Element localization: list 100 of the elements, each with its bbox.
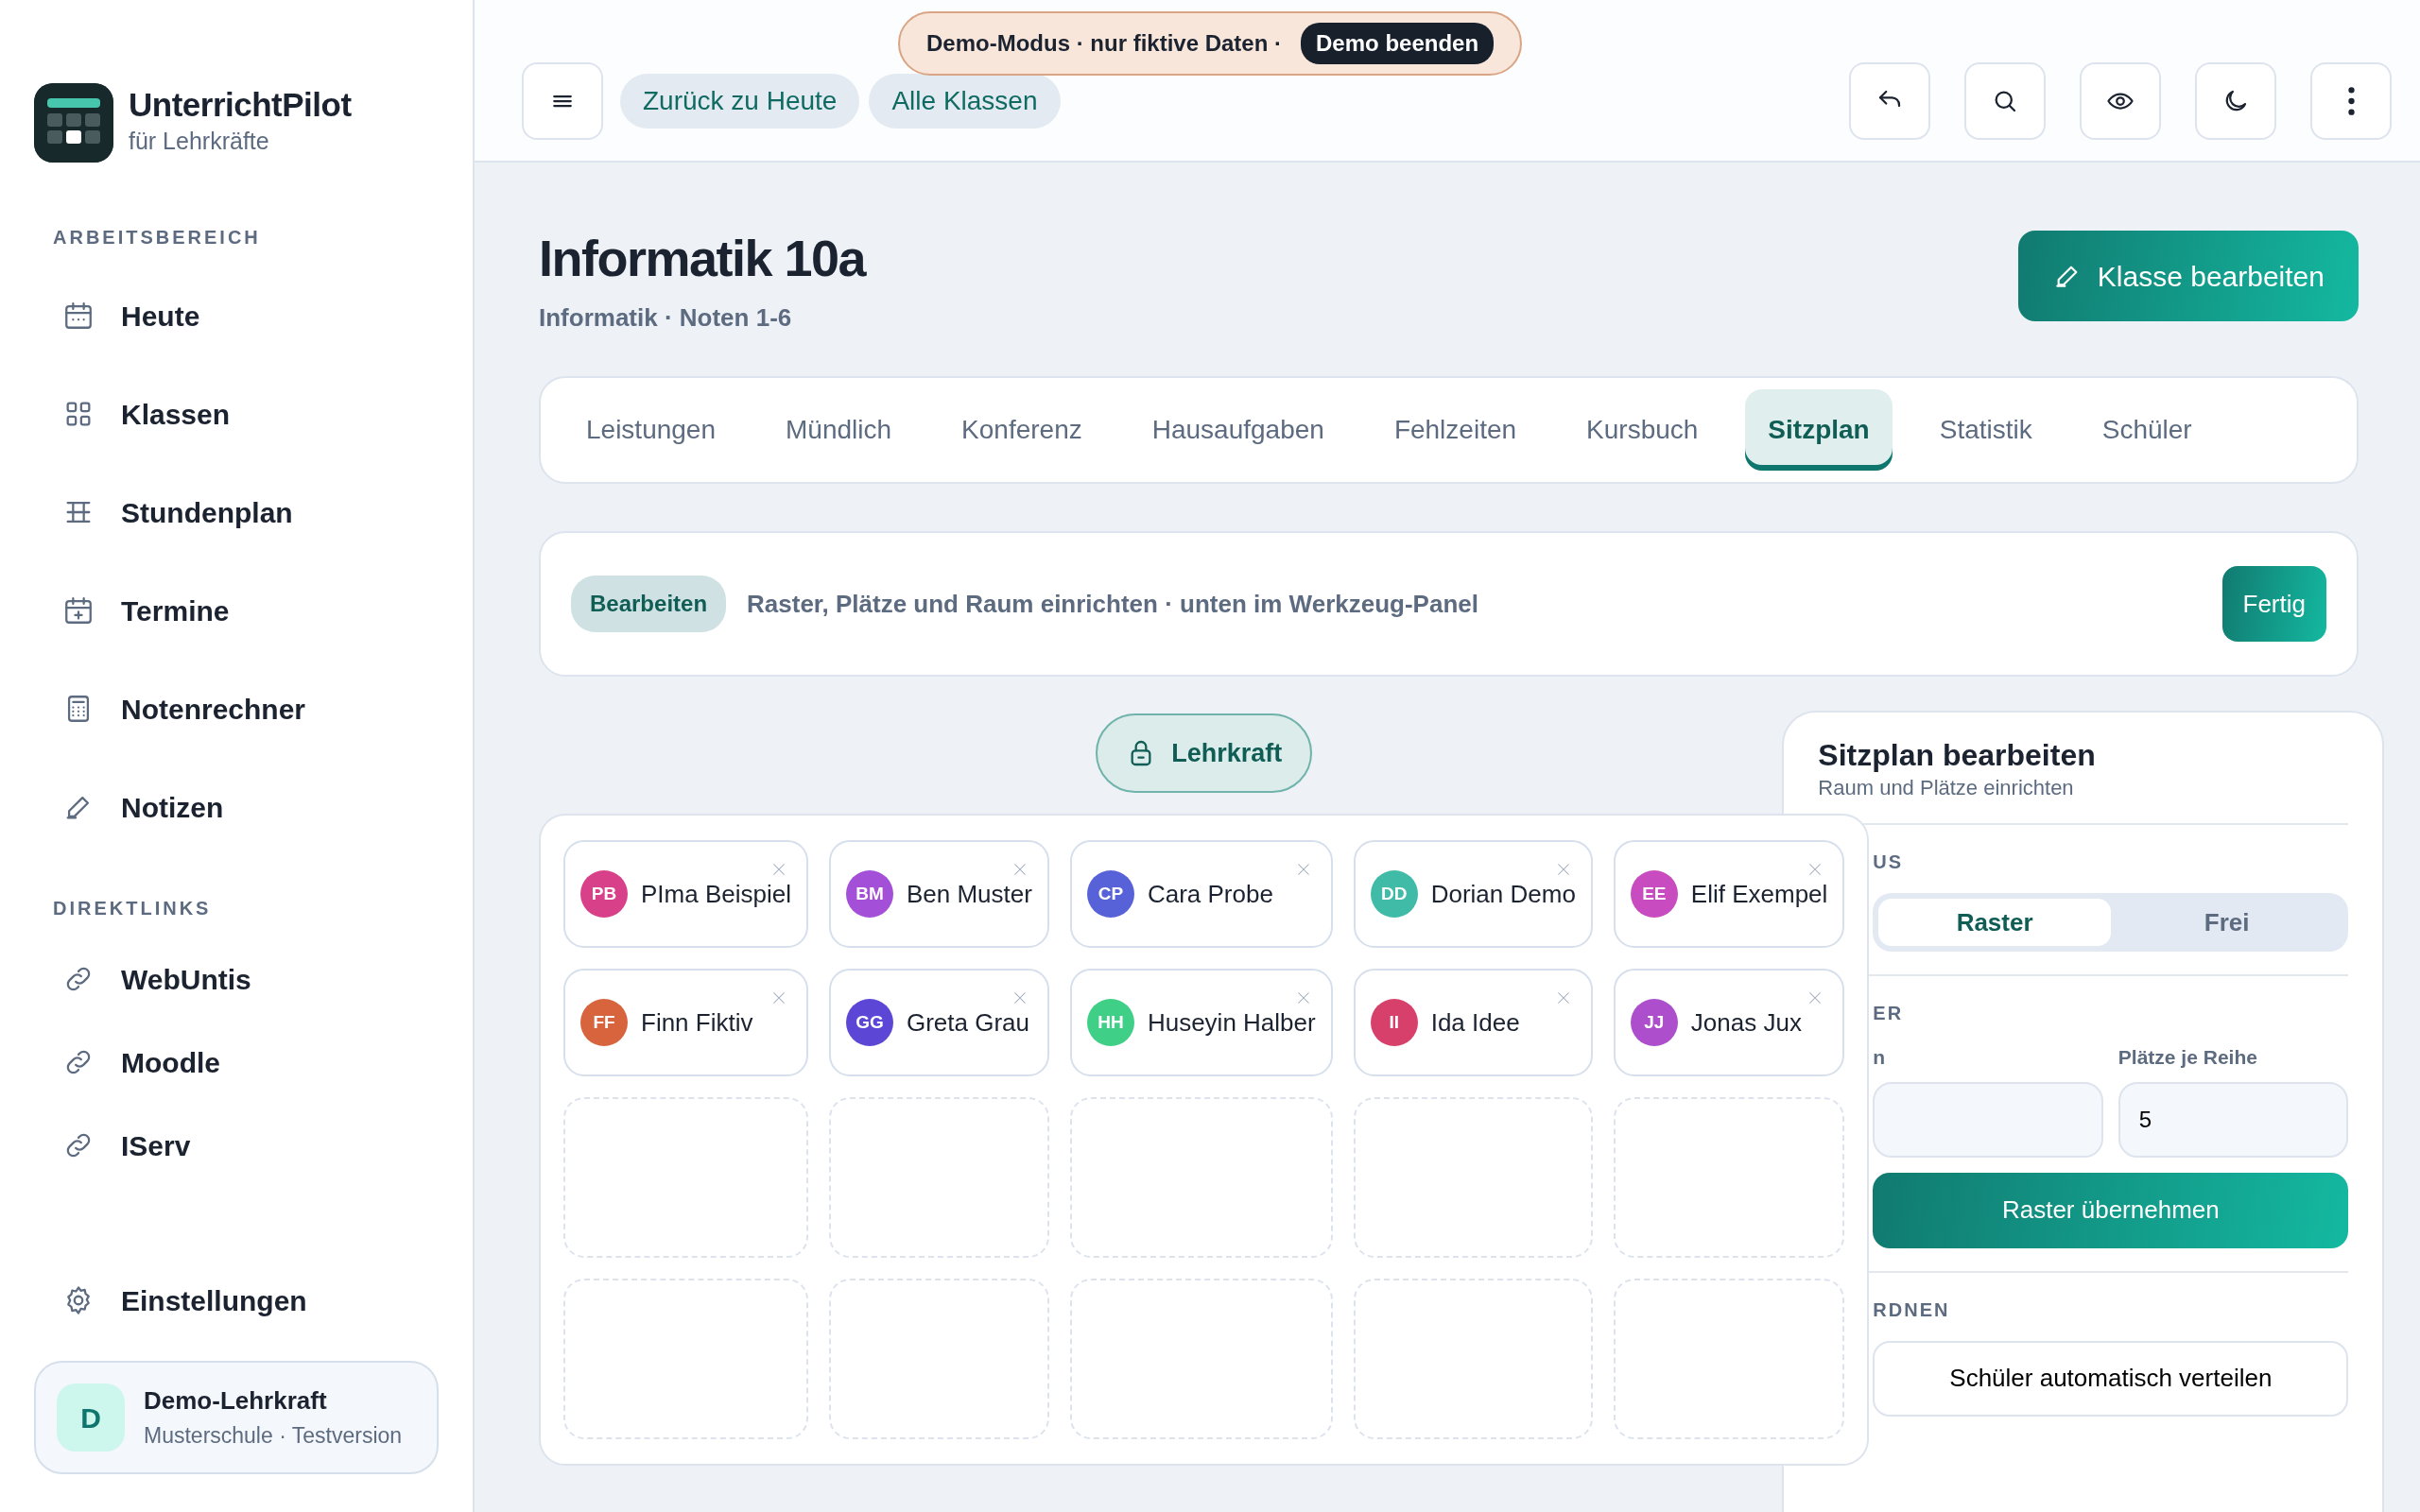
apply-grid-button[interactable]: Raster übernehmen bbox=[1873, 1172, 2349, 1248]
mode-option[interactable]: Frei bbox=[2110, 899, 2343, 947]
empty-seat[interactable] bbox=[828, 1097, 1049, 1259]
menu-button[interactable] bbox=[522, 62, 603, 140]
student-name: Finn Fiktiv bbox=[641, 1006, 753, 1039]
tab[interactable]: Leistungen bbox=[563, 389, 738, 472]
sidebar-item[interactable]: Notizen bbox=[34, 758, 439, 856]
sidebar-item[interactable]: Notenrechner bbox=[34, 660, 439, 758]
student-avatar: CP bbox=[1086, 870, 1134, 919]
student-seat[interactable]: HH Huseyin Halber bbox=[1069, 969, 1333, 1077]
empty-seat[interactable] bbox=[828, 1279, 1049, 1440]
nav-pill-button[interactable]: Zurück zu Heute bbox=[620, 74, 860, 129]
search-button[interactable] bbox=[1964, 62, 2046, 140]
student-name: Jonas Jux bbox=[1690, 1006, 1802, 1039]
app-title: UnterrichtPilot bbox=[129, 87, 352, 124]
student-seat[interactable]: EE Elif Exempel bbox=[1613, 840, 1845, 949]
field-label: n bbox=[1873, 1045, 1887, 1071]
tab[interactable]: Kursbuch bbox=[1564, 389, 1721, 472]
section-label: US bbox=[1872, 850, 1905, 875]
student-avatar: BM bbox=[845, 870, 893, 919]
student-name: Huseyin Halber bbox=[1147, 1006, 1316, 1039]
student-seat[interactable]: DD Dorian Demo bbox=[1353, 840, 1593, 949]
theme-button[interactable] bbox=[2195, 62, 2276, 140]
tab[interactable]: Fehlzeiten bbox=[1371, 389, 1540, 472]
settings-item[interactable]: Einstellungen bbox=[34, 1251, 439, 1349]
empty-seat[interactable] bbox=[1353, 1097, 1593, 1259]
student-seat[interactable]: BM Ben Muster bbox=[828, 840, 1049, 949]
student-avatar: PB bbox=[580, 870, 628, 919]
tab[interactable]: Hausaufgaben bbox=[1129, 389, 1347, 472]
empty-seat[interactable] bbox=[1069, 1097, 1333, 1259]
student-avatar: FF bbox=[580, 999, 628, 1047]
auto-assign-button[interactable]: Schüler automatisch verteilen bbox=[1873, 1340, 2349, 1417]
tab[interactable]: Schüler bbox=[2079, 389, 2215, 472]
empty-seat[interactable] bbox=[563, 1279, 808, 1440]
tab[interactable]: Sitzplan bbox=[1745, 389, 1893, 472]
student-name: Dorian Demo bbox=[1430, 878, 1576, 910]
avatar: D bbox=[57, 1383, 125, 1452]
empty-seat[interactable] bbox=[1613, 1097, 1845, 1259]
nav-pill-button[interactable]: Alle Klassen bbox=[869, 74, 1061, 129]
student-name: Greta Grau bbox=[906, 1006, 1030, 1039]
sidebar-link[interactable]: IServ bbox=[34, 1104, 439, 1187]
done-button[interactable]: Fertig bbox=[2221, 566, 2326, 643]
empty-seat[interactable] bbox=[1613, 1279, 1845, 1440]
section-label: ER bbox=[1872, 1002, 1905, 1026]
profile-card[interactable]: D Demo-Lehrkraft Musterschule · Testversion bbox=[34, 1361, 439, 1474]
banner-text: Raster, Plätze und Raum einrichten · unten im Werkzeug-Panel bbox=[747, 588, 1478, 620]
student-seat[interactable]: GG Greta Grau bbox=[828, 969, 1049, 1077]
student-avatar: JJ bbox=[1630, 999, 1678, 1047]
preview-button[interactable] bbox=[2080, 62, 2161, 140]
profile-detail: Musterschule · Testversion bbox=[144, 1422, 403, 1451]
profile-name: Demo-Lehrkraft bbox=[144, 1385, 328, 1418]
student-avatar: HH bbox=[1086, 999, 1134, 1047]
student-seat[interactable]: JJ Jonas Jux bbox=[1613, 969, 1845, 1077]
panel-title: Sitzplan bearbeiten bbox=[1818, 737, 2097, 774]
sidebar-item[interactable]: Heute bbox=[34, 266, 439, 365]
student-name: Ben Muster bbox=[906, 878, 1032, 910]
student-seat[interactable]: CP Cara Probe bbox=[1069, 840, 1333, 949]
empty-seat[interactable] bbox=[1353, 1279, 1593, 1440]
section-label: RDNEN bbox=[1872, 1297, 1951, 1322]
app-subtitle: für Lehrkräfte bbox=[129, 126, 270, 156]
input-field[interactable]: 5 bbox=[2118, 1081, 2349, 1158]
student-name: PIma Beispiel bbox=[641, 878, 791, 910]
edit-class-button[interactable]: Klasse bearbeiten bbox=[2017, 231, 2359, 321]
sidebar-link[interactable]: WebUntis bbox=[34, 937, 439, 1021]
demo-text: Demo-Modus · nur fiktive Daten · bbox=[926, 29, 1283, 58]
mode-badge: Bearbeiten bbox=[571, 576, 727, 633]
student-avatar: II bbox=[1370, 999, 1418, 1047]
empty-seat[interactable] bbox=[563, 1097, 808, 1259]
student-avatar: DD bbox=[1370, 870, 1418, 919]
student-name: Ida Idee bbox=[1430, 1006, 1520, 1039]
student-seat[interactable]: PB PIma Beispiel bbox=[563, 840, 808, 949]
section-heading: ARBEITSBEREICH bbox=[53, 226, 262, 249]
input-field[interactable] bbox=[1873, 1081, 2103, 1158]
undo-button[interactable] bbox=[1849, 62, 1930, 140]
student-seat[interactable]: II Ida Idee bbox=[1353, 969, 1593, 1077]
tab[interactable]: Statistik bbox=[1916, 389, 2055, 472]
calendar-icon bbox=[62, 300, 95, 332]
student-name: Elif Exempel bbox=[1690, 878, 1828, 910]
student-name: Cara Probe bbox=[1147, 878, 1273, 910]
sidebar-item[interactable]: Stundenplan bbox=[34, 463, 439, 561]
end-demo-button[interactable]: Demo beenden bbox=[1301, 23, 1495, 64]
mode-option[interactable]: Raster bbox=[1878, 899, 2111, 947]
panel-subtitle: Raum und Plätze einrichten bbox=[1818, 775, 2075, 801]
student-avatar: EE bbox=[1630, 870, 1678, 919]
calendar-icon bbox=[62, 594, 95, 627]
more-icon bbox=[2347, 87, 2355, 115]
tab[interactable]: Konferenz bbox=[939, 389, 1105, 472]
sidebar-item[interactable]: Klassen bbox=[34, 365, 439, 463]
tab[interactable]: Mündlich bbox=[763, 389, 915, 472]
more-button[interactable] bbox=[2310, 62, 2392, 140]
sidebar-item[interactable]: Termine bbox=[34, 561, 439, 660]
field-label: Plätze je Reihe bbox=[2118, 1045, 2258, 1071]
page-title: Informatik 10a bbox=[539, 231, 866, 287]
student-seat[interactable]: FF Finn Fiktiv bbox=[563, 969, 808, 1077]
empty-seat[interactable] bbox=[1069, 1279, 1333, 1440]
teacher-desk[interactable]: Lehrkraft bbox=[1096, 713, 1313, 794]
student-avatar: GG bbox=[845, 999, 893, 1047]
sidebar-link[interactable]: Moodle bbox=[34, 1021, 439, 1104]
section-heading: DIREKTLINKS bbox=[53, 897, 213, 920]
page-subtitle: Informatik · Noten 1-6 bbox=[539, 302, 793, 335]
